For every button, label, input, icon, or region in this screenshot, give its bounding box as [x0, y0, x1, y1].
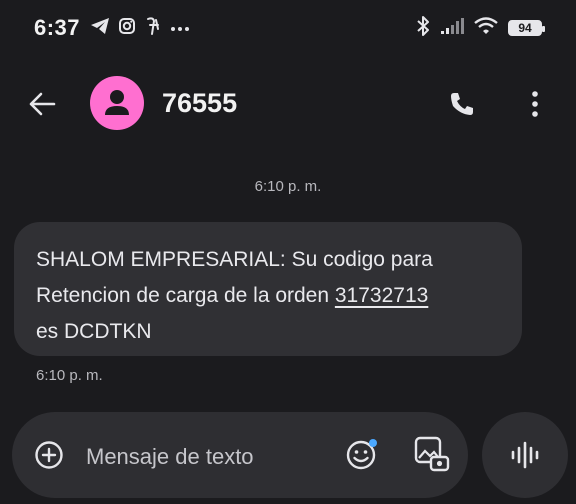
- status-right: 94: [416, 15, 545, 41]
- date-timestamp: 6:10 p. m.: [254, 178, 322, 195]
- voice-message-button[interactable]: [482, 412, 568, 498]
- emoji-icon: [346, 439, 377, 470]
- contact-name[interactable]: 76555: [162, 88, 237, 119]
- status-time: 6:37: [34, 15, 81, 40]
- add-attachment-button[interactable]: [34, 440, 64, 470]
- message-line-2: Retencion de carga de la orden 31732713: [36, 278, 500, 314]
- more-notifications-icon: [170, 19, 190, 37]
- message-bubble[interactable]: SHALOM EMPRESARIAL: Su codigo para Reten…: [14, 222, 522, 356]
- signal-icon: [440, 17, 464, 39]
- telegram-icon: [90, 17, 110, 40]
- back-button[interactable]: [26, 88, 58, 120]
- message-input[interactable]: [84, 436, 338, 478]
- instagram-icon: [118, 17, 136, 40]
- more-vertical-icon: [532, 91, 538, 117]
- order-number-link[interactable]: 31732713: [335, 284, 428, 307]
- message-composer: [12, 412, 468, 498]
- status-left: 6:37: [34, 15, 190, 41]
- status-bar: 6:37 94: [0, 0, 576, 56]
- plus-circle-icon: [35, 441, 63, 469]
- arrow-left-icon: [29, 92, 56, 116]
- gallery-button[interactable]: [412, 434, 452, 474]
- call-button[interactable]: [446, 88, 478, 120]
- app-icon: [144, 16, 162, 41]
- waveform-icon: [511, 441, 539, 469]
- avatar[interactable]: [90, 76, 144, 130]
- battery-icon: 94: [508, 20, 545, 36]
- gallery-icon: [414, 436, 450, 472]
- notification-icons: [90, 16, 190, 41]
- message-line-3: es DCDTKN: [36, 320, 152, 343]
- wifi-icon: [474, 16, 498, 40]
- phone-icon: [451, 93, 473, 115]
- message-timestamp: 6:10 p. m.: [36, 367, 103, 384]
- conversation-header: 76555: [0, 64, 576, 144]
- person-icon: [105, 90, 129, 115]
- bluetooth-icon: [416, 15, 430, 41]
- message-line-2-text: Retencion de carga de la orden: [36, 284, 335, 307]
- more-options-button[interactable]: [520, 88, 550, 120]
- message-line-1: SHALOM EMPRESARIAL: Su codigo para: [36, 248, 433, 271]
- emoji-button[interactable]: [344, 436, 380, 472]
